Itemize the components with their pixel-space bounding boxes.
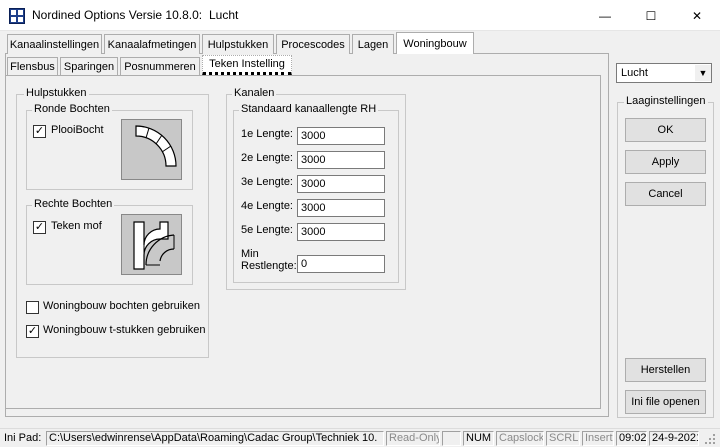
lengte-3-label: 3e Lengte: xyxy=(241,176,293,188)
teken-mof-label: Teken mof xyxy=(51,220,102,232)
tab-teken-instelling[interactable]: Teken Instelling xyxy=(202,55,292,75)
minimize-icon: — xyxy=(599,8,611,23)
square-bend-icon xyxy=(133,221,175,270)
tab-posnummeren[interactable]: Posnummeren xyxy=(120,57,200,75)
lengte-4-label: 4e Lengte: xyxy=(241,200,293,212)
chevron-down-icon[interactable]: ▼ xyxy=(695,65,711,81)
kanaallengte-group-title: Standaard kanaallengte RH xyxy=(239,103,379,115)
woningbouw-tstukken-label: Woningbouw t-stukken gebruiken xyxy=(43,324,206,336)
plooibocht-label: PlooiBocht xyxy=(51,124,104,136)
apply-button[interactable]: Apply xyxy=(625,150,706,174)
window-title: Nordined Options Versie 10.8.0: xyxy=(32,8,203,22)
restlengte-label: Restlengte: xyxy=(241,260,297,272)
tab-woningbouw[interactable]: Woningbouw xyxy=(396,32,474,54)
lengte-3-input[interactable]: 3000 xyxy=(297,175,385,193)
close-icon: ✕ xyxy=(691,8,703,23)
resize-grip-icon[interactable] xyxy=(704,433,716,445)
laaginstellingen-title: Laaginstellingen xyxy=(624,95,708,107)
teken-mof-checkbox[interactable]: ✓ xyxy=(33,221,46,234)
lengte-2-label: 2e Lengte: xyxy=(241,152,293,164)
plooibocht-checkbox[interactable]: ✓ xyxy=(33,125,46,138)
hulpstukken-group-title: Hulpstukken xyxy=(24,87,89,99)
ini-path: C:\Users\edwinrense\AppData\Roaming\Cada… xyxy=(46,431,384,446)
tab-hulpstukken[interactable]: Hulpstukken xyxy=(202,34,274,54)
woningbouw-tstukken-checkbox[interactable]: ✓ xyxy=(26,325,39,338)
kanalen-group-title: Kanalen xyxy=(232,87,277,99)
time-display: 09:02 xyxy=(616,431,647,446)
insert-indicator: Insert xyxy=(582,431,614,446)
ini-pad-label: Ini Pad: xyxy=(4,432,42,444)
lengte-5-input[interactable]: 3000 xyxy=(297,223,385,241)
capslock-indicator: Capslock xyxy=(496,431,544,446)
maximize-button[interactable]: ☐ xyxy=(628,0,674,31)
lengte-2-input[interactable]: 3000 xyxy=(297,151,385,169)
tab-procescodes[interactable]: Procescodes xyxy=(276,34,350,54)
date-display: 24-9-2021 xyxy=(649,431,699,446)
tab-flensbus[interactable]: Flensbus xyxy=(7,57,58,75)
cancel-button[interactable]: Cancel xyxy=(625,182,706,206)
app-icon xyxy=(9,8,25,24)
tab-lagen[interactable]: Lagen xyxy=(352,34,394,54)
blank-indicator xyxy=(442,431,461,446)
woningbouw-bochten-label: Woningbouw bochten gebruiken xyxy=(43,300,200,312)
lengte-1-input[interactable]: 3000 xyxy=(297,127,385,145)
layer-dropdown-value: Lucht xyxy=(621,67,648,79)
min-restlengte-input[interactable]: 0 xyxy=(297,255,385,273)
ok-button[interactable]: OK xyxy=(625,118,706,142)
title-bar: Nordined Options Versie 10.8.0: Lucht — … xyxy=(0,0,720,31)
lengte-1-label: 1e Lengte: xyxy=(241,128,293,140)
status-bar: Ini Pad: C:\Users\edwinrense\AppData\Roa… xyxy=(0,428,720,447)
plooibocht-image xyxy=(121,119,182,180)
window-subtitle: Lucht xyxy=(209,8,239,22)
close-button[interactable]: ✕ xyxy=(674,0,720,31)
scrl-indicator: SCRL xyxy=(546,431,580,446)
minimize-button[interactable]: — xyxy=(582,0,628,31)
tab-kanaalinstellingen[interactable]: Kanaalinstellingen xyxy=(7,34,102,54)
teken-mof-image xyxy=(121,214,182,275)
min-label: Min xyxy=(241,248,259,260)
layer-dropdown[interactable]: Lucht ▼ xyxy=(616,63,712,83)
read-only-indicator: Read-Only xyxy=(386,431,440,446)
maximize-icon: ☐ xyxy=(645,8,657,23)
woningbouw-bochten-checkbox[interactable] xyxy=(26,301,39,314)
lengte-5-label: 5e Lengte: xyxy=(241,224,293,236)
tab-kanaalafmetingen[interactable]: Kanaalafmetingen xyxy=(104,34,200,54)
rechte-bochten-title: Rechte Bochten xyxy=(32,198,115,210)
ronde-bochten-title: Ronde Bochten xyxy=(32,103,112,115)
round-bend-icon xyxy=(135,125,177,167)
herstellen-button[interactable]: Herstellen xyxy=(625,358,706,382)
ini-file-openen-button[interactable]: Ini file openen xyxy=(625,390,706,414)
tab-sparingen[interactable]: Sparingen xyxy=(60,57,118,75)
lengte-4-input[interactable]: 3000 xyxy=(297,199,385,217)
num-indicator: NUM xyxy=(463,431,494,446)
